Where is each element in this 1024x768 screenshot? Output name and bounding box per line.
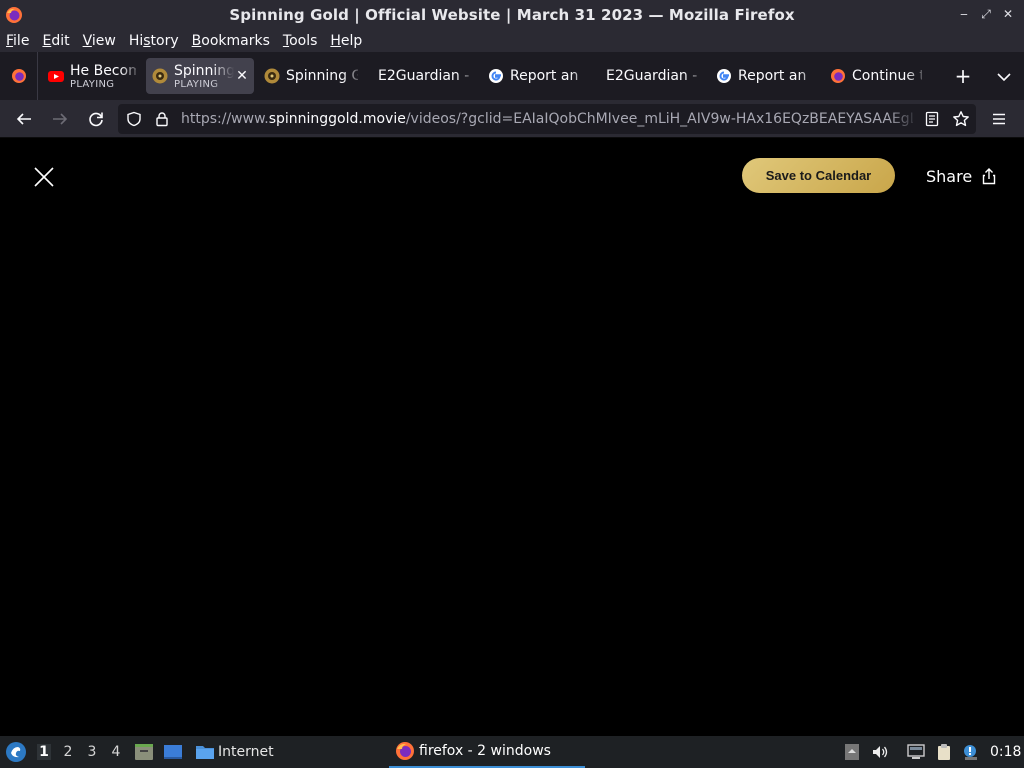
tab-close-icon[interactable]: ✕ (234, 68, 250, 84)
taskbar-task-firefox[interactable]: firefox - 2 windows (389, 736, 585, 768)
task-label: firefox - 2 windows (419, 743, 551, 759)
menu-file[interactable]: File (6, 33, 29, 49)
shield-icon[interactable] (126, 111, 142, 127)
workspace-4[interactable]: 4 (109, 744, 123, 760)
close-icon[interactable] (33, 166, 55, 188)
spinning-gold-icon (264, 68, 280, 84)
lock-icon[interactable] (154, 111, 170, 127)
tab[interactable]: Continue t (824, 58, 928, 94)
tab-title: Report an (510, 68, 579, 84)
maximize-icon[interactable]: ⤢ (978, 6, 994, 22)
notification-icon[interactable] (961, 743, 979, 761)
navigation-toolbar: https://www.spinninggold.movie/videos/?g… (0, 100, 1024, 138)
chevron-down-icon[interactable] (994, 68, 1014, 86)
tray-up-arrow-icon[interactable] (843, 743, 861, 761)
url-bar[interactable]: https://www.spinninggold.movie/videos/?g… (118, 104, 976, 134)
url-host: spinninggold.movie (268, 111, 406, 127)
share-icon (982, 167, 996, 184)
minimize-icon[interactable]: ‒ (956, 6, 972, 22)
firefox-icon (396, 742, 414, 760)
desktop-icon[interactable] (163, 742, 183, 762)
menu-edit[interactable]: Edit (42, 33, 69, 49)
google-icon (489, 69, 503, 83)
firefox-view-button[interactable] (0, 52, 38, 100)
firefox-icon (831, 69, 845, 83)
firefox-logo-icon (6, 7, 22, 23)
clipboard-icon[interactable] (935, 743, 953, 761)
menu-bookmarks[interactable]: Bookmarks (192, 33, 270, 49)
back-arrow-icon[interactable] (14, 109, 34, 129)
tab-active[interactable]: Spinning PLAYING ✕ (146, 58, 254, 94)
window-title: Spinning Gold | Official Website | March… (229, 6, 795, 24)
url-path: /videos/?gclid=EAIaIQobChMIvee_mLiH_AIV9… (405, 111, 913, 127)
tab[interactable]: E2Guardian - (368, 58, 478, 94)
firefox-icon (11, 69, 26, 83)
volume-icon[interactable] (871, 743, 889, 761)
video-overlay[interactable]: Save to Calendar Share (0, 138, 1024, 736)
internet-label[interactable]: Internet (218, 744, 274, 760)
tab[interactable]: Report an (482, 58, 592, 94)
menu-history[interactable]: History (129, 33, 179, 49)
tab[interactable]: Report an (710, 58, 820, 94)
tab-strip: He Becom PLAYING Spinning PLAYING ✕ Spin… (0, 52, 1024, 100)
menu-view[interactable]: View (83, 33, 116, 49)
menu-tools[interactable]: Tools (283, 33, 318, 49)
save-to-calendar-button[interactable]: Save to Calendar (742, 158, 895, 193)
start-menu-icon[interactable] (5, 741, 27, 763)
url-prefix: https://www. (181, 111, 269, 127)
menu-help[interactable]: Help (330, 33, 362, 49)
workspace-2[interactable]: 2 (61, 744, 75, 760)
hamburger-menu-icon[interactable] (990, 110, 1008, 128)
workspace-3[interactable]: 3 (85, 744, 99, 760)
tab[interactable]: He Becom PLAYING (42, 58, 142, 94)
window-titlebar[interactable]: Spinning Gold | Official Website | March… (0, 0, 1024, 30)
folder-icon[interactable] (195, 742, 215, 762)
url-text[interactable]: https://www.spinninggold.movie/videos/?g… (181, 111, 913, 127)
bookmark-star-icon[interactable] (952, 110, 970, 128)
reader-view-icon[interactable] (924, 111, 940, 127)
clock: 0:18 (990, 744, 1022, 760)
tab[interactable]: Spinning G (258, 58, 364, 94)
workspace-1[interactable]: 1 (37, 744, 51, 760)
network-icon[interactable] (907, 743, 925, 761)
spinning-gold-icon (152, 68, 168, 84)
forward-arrow-icon[interactable] (50, 109, 70, 129)
close-icon[interactable]: ✕ (1000, 6, 1016, 22)
menu-bar: File Edit View History Bookmarks Tools H… (0, 30, 1024, 52)
share-button[interactable]: Share (926, 166, 996, 186)
tab-title: Report an (738, 68, 807, 84)
system-taskbar: 1 2 3 4 Internet firefox - 2 windows 0:1… (0, 736, 1024, 768)
reload-icon[interactable] (86, 109, 106, 129)
new-tab-plus-icon[interactable]: + (952, 66, 974, 88)
file-manager-icon[interactable] (134, 742, 154, 762)
share-label: Share (926, 166, 973, 186)
youtube-icon (48, 71, 64, 82)
tab[interactable]: E2Guardian - (596, 58, 706, 94)
google-icon (717, 69, 731, 83)
